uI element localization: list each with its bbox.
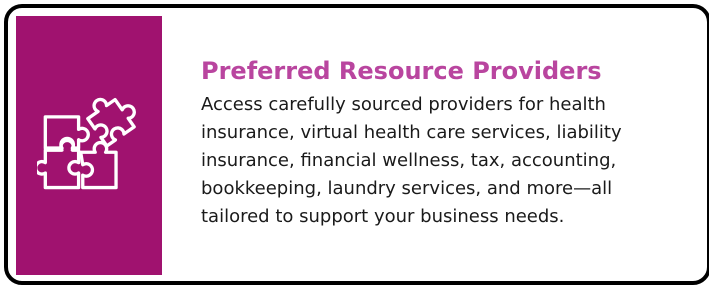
icon-panel — [16, 16, 162, 275]
card-content: Preferred Resource Providers Access care… — [201, 55, 671, 231]
card-title: Preferred Resource Providers — [201, 57, 602, 85]
puzzle-pieces-icon — [34, 88, 141, 203]
card-description: Access carefully sourced providers for h… — [201, 94, 622, 227]
